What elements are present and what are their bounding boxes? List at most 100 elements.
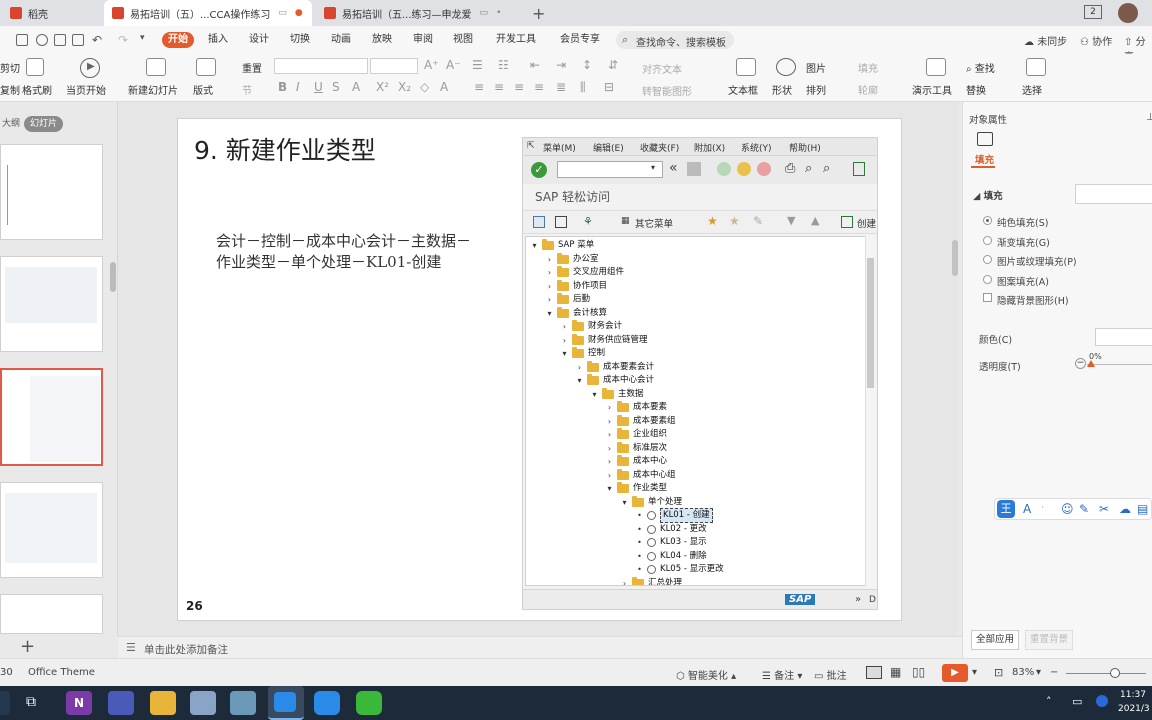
- apply-all-button[interactable]: 全部应用: [971, 630, 1019, 650]
- fill-type-select[interactable]: [1075, 184, 1152, 204]
- format-painter-button[interactable]: 格式刷: [22, 82, 52, 97]
- teams-icon[interactable]: [108, 691, 134, 715]
- zoom-slider[interactable]: [1066, 673, 1146, 674]
- fill-section-header[interactable]: ◢ 填充: [973, 188, 1003, 202]
- undo-icon[interactable]: ↶: [92, 33, 102, 47]
- wechat-icon[interactable]: [356, 691, 382, 715]
- decrease-transparency-icon[interactable]: −: [1075, 358, 1086, 369]
- sap-screenshot[interactable]: ⇱ 菜单(M) 编辑(E) 收藏夹(F) 附加(X) 系统(Y) 帮助(H) ✓…: [522, 137, 878, 610]
- save-icon[interactable]: [16, 34, 28, 46]
- align-center-icon[interactable]: ≡: [494, 80, 504, 94]
- redo-icon[interactable]: ↷: [118, 33, 128, 47]
- wps-assistant-icon[interactable]: 王: [997, 500, 1015, 518]
- menu-insert[interactable]: 插入: [208, 32, 228, 48]
- avatar[interactable]: [1118, 3, 1138, 23]
- thumbnail-scrollbar[interactable]: [110, 262, 116, 292]
- radio-pattern-fill[interactable]: [983, 275, 992, 284]
- network-icon[interactable]: ▭: [1072, 695, 1082, 708]
- slide-body-text[interactable]: 会计－控制－成本中心会计－主数据－ 作业类型－单个处理－KL01-创建: [216, 231, 506, 273]
- transparency-slider[interactable]: [1087, 364, 1152, 365]
- numbering-icon[interactable]: ☷: [498, 58, 509, 72]
- outdent-icon[interactable]: ⇥: [556, 58, 566, 72]
- outline-button[interactable]: 轮廓: [858, 82, 878, 97]
- play-slideshow-button[interactable]: ▶: [942, 664, 968, 682]
- tab-daoke[interactable]: 稻壳: [2, 0, 102, 26]
- shape-button[interactable]: 形状: [772, 82, 792, 97]
- radio-gradient-fill[interactable]: [983, 236, 992, 245]
- slide-thumbnail[interactable]: [0, 144, 103, 240]
- tab-doc-second[interactable]: 易拓培训（五...练习—申龙爱 ▭ •: [316, 0, 522, 26]
- text-effect-icon[interactable]: A: [440, 80, 448, 94]
- slide-title[interactable]: 9. 新建作业类型: [194, 131, 376, 167]
- zoom-slider-handle[interactable]: [1110, 668, 1120, 678]
- slide-sorter-icon[interactable]: ▦: [890, 665, 901, 679]
- zoom-dropdown-icon[interactable]: ▾: [1036, 667, 1041, 678]
- radio-picture-fill[interactable]: [983, 255, 992, 264]
- slide-thumbnail-selected[interactable]: [0, 368, 103, 466]
- menu-member[interactable]: 会员专享: [560, 32, 600, 48]
- line-spacing-icon[interactable]: ↕: [582, 58, 592, 72]
- clock-time[interactable]: 11:37: [1120, 690, 1146, 700]
- sync-status[interactable]: ☁ 未同步: [1024, 33, 1067, 48]
- color-picker[interactable]: [1095, 328, 1152, 346]
- slide-thumbnail[interactable]: [0, 594, 103, 634]
- outline-tab[interactable]: 大纲: [0, 116, 26, 132]
- ime-icon[interactable]: [1096, 695, 1108, 707]
- wps-icon[interactable]: [268, 686, 304, 720]
- onenote-icon[interactable]: N: [66, 691, 92, 715]
- italic-icon[interactable]: I: [296, 80, 300, 94]
- section-button[interactable]: 节: [242, 82, 252, 97]
- strikethrough-icon[interactable]: S: [332, 80, 340, 94]
- menu-developer[interactable]: 开发工具: [496, 32, 536, 48]
- collab-button[interactable]: ⚇ 协作: [1080, 33, 1112, 48]
- slide-thumbnail[interactable]: [0, 256, 103, 352]
- underline-icon[interactable]: U: [314, 80, 323, 94]
- justify-icon[interactable]: ≡: [534, 80, 544, 94]
- play-dropdown-icon[interactable]: ▾: [972, 667, 977, 678]
- comments-button[interactable]: ▭ 批注: [814, 667, 847, 682]
- notes-bar[interactable]: ☰ 单击此处添加备注: [118, 636, 962, 658]
- notepad-icon[interactable]: [230, 691, 256, 715]
- zoom-icon[interactable]: [314, 691, 340, 715]
- align-right-icon[interactable]: ≡: [514, 80, 524, 94]
- arrange-button[interactable]: 排列: [806, 82, 826, 97]
- presentation-tools-button[interactable]: 演示工具: [912, 82, 952, 97]
- fit-window-icon[interactable]: ⊡: [994, 666, 1003, 679]
- menu-animation[interactable]: 动画: [331, 32, 351, 48]
- clock-date[interactable]: 2021/3: [1118, 704, 1150, 714]
- font-grow-icon[interactable]: A⁺: [424, 58, 439, 72]
- tab-doc-active[interactable]: 易拓培训（五）...CCA操作练习 ▭ ●: [104, 0, 312, 26]
- font-shrink-icon[interactable]: A⁻: [446, 58, 461, 72]
- tab-options-icon[interactable]: ▭: [480, 8, 489, 18]
- more-icon[interactable]: ▤: [1137, 502, 1148, 516]
- pen-icon[interactable]: ✎: [1079, 502, 1089, 516]
- new-slide-button[interactable]: 新建幻灯片: [128, 82, 178, 97]
- replace-button[interactable]: 替换: [966, 82, 986, 97]
- new-tab-icon[interactable]: +: [532, 4, 545, 23]
- reading-view-icon[interactable]: ▯▯: [912, 665, 925, 679]
- fill-tab[interactable]: 填充: [975, 152, 994, 166]
- menu-design[interactable]: 设计: [249, 32, 269, 48]
- slides-tab[interactable]: 幻灯片: [24, 116, 64, 132]
- menu-review[interactable]: 审阅: [413, 32, 433, 48]
- select-button[interactable]: 选择: [1022, 82, 1042, 97]
- cut-button[interactable]: 剪切: [0, 60, 20, 75]
- zoom-out-icon[interactable]: −: [1050, 667, 1058, 678]
- menu-transition[interactable]: 切换: [290, 32, 310, 48]
- subscript-icon[interactable]: X₂: [398, 80, 411, 94]
- font-color-icon[interactable]: A: [352, 80, 360, 94]
- play-from-current-button[interactable]: 当页开始: [66, 82, 106, 97]
- fill-button[interactable]: 填充: [858, 60, 878, 75]
- font-family-field[interactable]: [274, 58, 368, 74]
- text-direction-icon[interactable]: ⇵: [608, 58, 618, 72]
- search-box[interactable]: ⌕ 查找命令、搜索模板: [616, 31, 734, 49]
- cloud-icon[interactable]: ☁: [1119, 502, 1131, 516]
- find-button[interactable]: ⌕ 查找: [966, 60, 995, 75]
- file-explorer-icon[interactable]: [150, 691, 176, 715]
- columns-icon[interactable]: ⫼: [580, 80, 586, 95]
- canvas-scrollbar[interactable]: [952, 240, 958, 276]
- transparency-slider-handle[interactable]: [1087, 360, 1095, 367]
- distribute-icon[interactable]: ≣: [556, 80, 566, 94]
- panel-header[interactable]: 对象属性: [969, 112, 1007, 126]
- align-text-button[interactable]: 对齐文本: [642, 61, 682, 76]
